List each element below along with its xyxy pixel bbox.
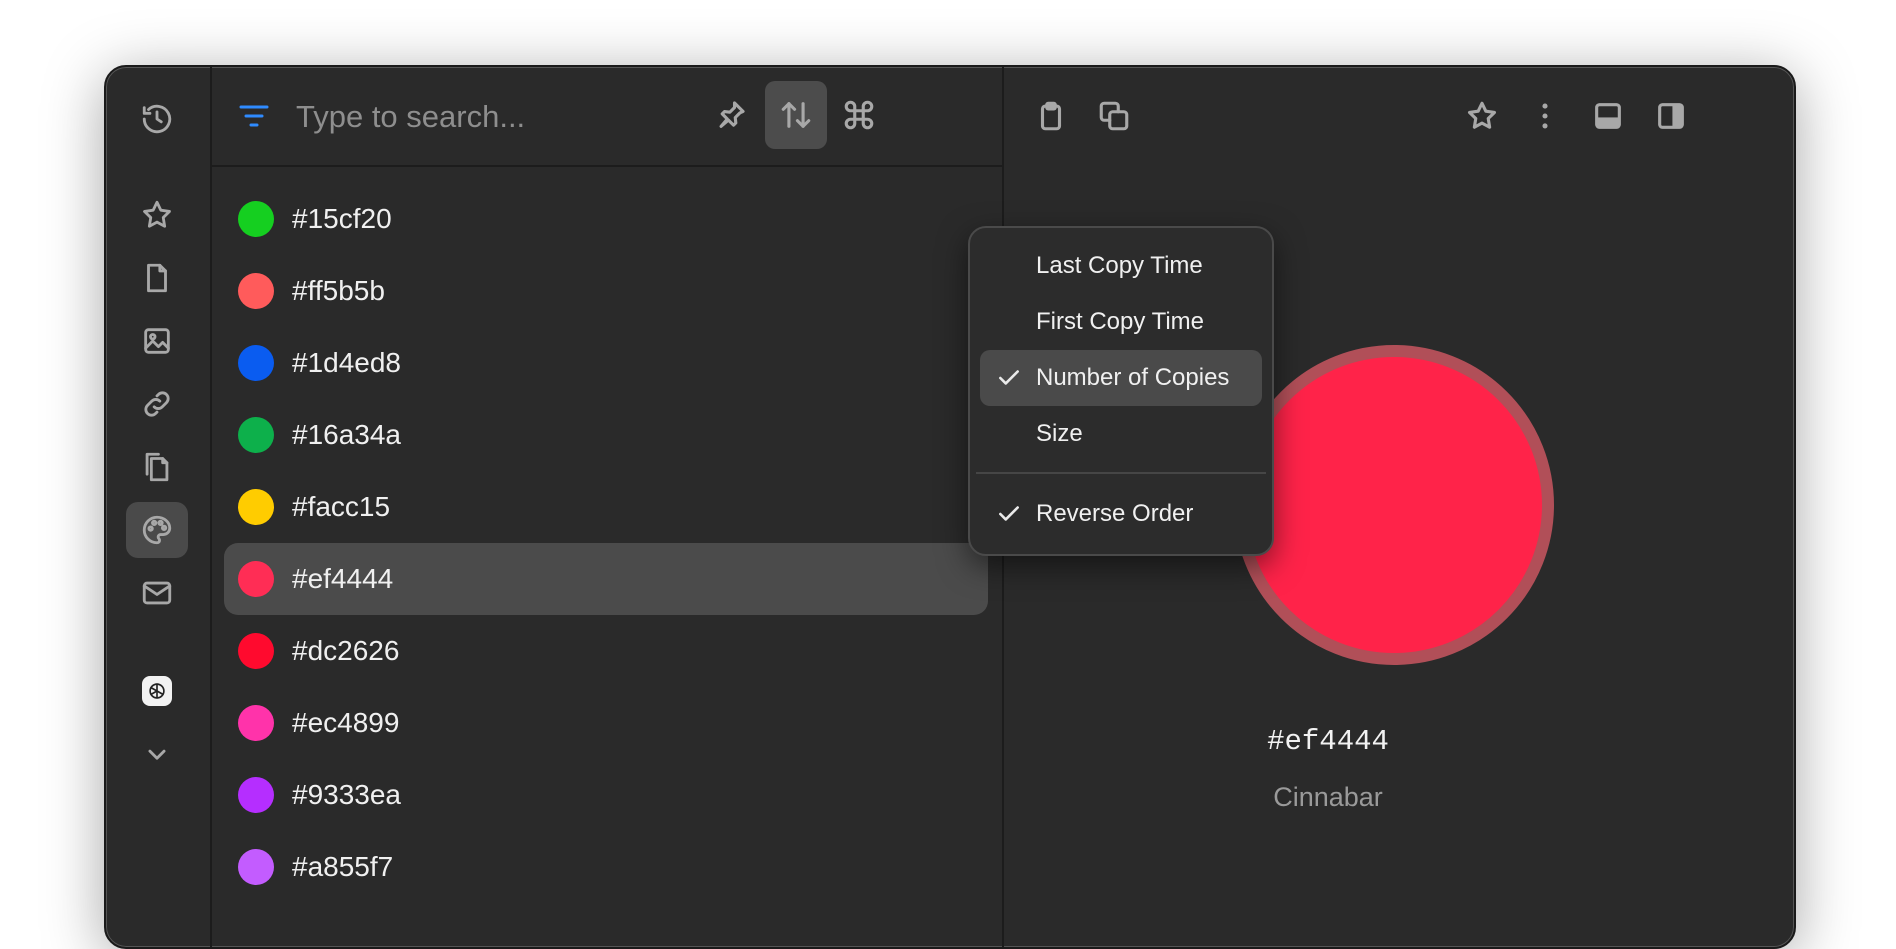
- menu-divider: [976, 472, 1266, 474]
- menu-item-label: Reverse Order: [1036, 500, 1194, 527]
- color-swatch: [238, 345, 274, 381]
- clipboard-icon: [1040, 101, 1062, 131]
- menu-item-label: Last Copy Time: [1036, 252, 1203, 279]
- filter-icon[interactable]: [238, 101, 270, 131]
- copy-button[interactable]: [1087, 89, 1141, 143]
- color-hex-label: #ff5b5b: [292, 275, 385, 306]
- mail-icon: [142, 581, 172, 605]
- search-input[interactable]: [294, 91, 718, 143]
- color-hex-label: #ef4444: [292, 563, 394, 594]
- color-hex-label: #ec4899: [292, 707, 400, 738]
- list-item[interactable]: #ff5b5b: [224, 255, 988, 327]
- color-hex-label: #16a34a: [292, 419, 402, 450]
- sidebar-item-history[interactable]: [126, 91, 188, 147]
- command-button[interactable]: [828, 81, 890, 149]
- sidebar-item-images[interactable]: [126, 313, 188, 369]
- sort-menu: Last Copy Time First Copy Time Number of…: [968, 226, 1274, 556]
- color-hex-label: #dc2626: [292, 635, 400, 666]
- list-item[interactable]: #ef4444: [224, 543, 988, 615]
- sort-option-size[interactable]: Size: [980, 406, 1262, 462]
- openai-icon: [142, 676, 172, 706]
- sort-button[interactable]: [765, 81, 827, 149]
- menu-item-label: Number of Copies: [1036, 364, 1230, 391]
- sidebar-item-colors[interactable]: [126, 502, 188, 558]
- command-icon: [844, 100, 874, 130]
- menu-item-label: First Copy Time: [1036, 308, 1205, 335]
- sidebar-item-files[interactable]: [126, 439, 188, 495]
- more-button[interactable]: [1518, 89, 1572, 143]
- color-swatch: [238, 273, 274, 309]
- app-window: #15cf20 #ff5b5b #1d4ed8 #16a34a #facc15 …: [104, 65, 1796, 949]
- image-icon: [144, 328, 170, 354]
- color-hex-label: #15cf20: [292, 203, 392, 234]
- star-icon: [1467, 101, 1497, 129]
- color-swatch: [238, 201, 274, 237]
- layout-bottom-button[interactable]: [1581, 89, 1635, 143]
- sidebar-item-mail[interactable]: [126, 565, 188, 621]
- list-item[interactable]: #facc15: [224, 471, 988, 543]
- layout-right-icon: [1658, 103, 1684, 129]
- link-icon: [144, 391, 170, 417]
- list-item[interactable]: #dc2626: [224, 615, 988, 687]
- document-icon: [147, 263, 167, 293]
- sidebar-item-favorites[interactable]: [126, 187, 188, 243]
- color-hex-label: #a855f7: [292, 851, 394, 882]
- list-item[interactable]: #15cf20: [224, 183, 988, 255]
- more-icon: [1542, 103, 1548, 129]
- sidebar-item-links[interactable]: [126, 376, 188, 432]
- paste-button[interactable]: [1024, 89, 1078, 143]
- sort-icon: [781, 102, 811, 128]
- color-hex-label: #9333ea: [292, 779, 402, 810]
- copy-icon: [1099, 101, 1129, 131]
- color-name: Cinnabar: [1273, 782, 1383, 812]
- sidebar: [106, 67, 212, 947]
- color-preview-swatch: [1234, 345, 1554, 665]
- color-swatch: [238, 705, 274, 741]
- pin-button[interactable]: [700, 81, 762, 149]
- sidebar-item-more[interactable]: [126, 726, 188, 782]
- color-list: #15cf20 #ff5b5b #1d4ed8 #16a34a #facc15 …: [224, 183, 988, 903]
- color-swatch: [238, 417, 274, 453]
- sort-option-last-copy-time[interactable]: Last Copy Time: [980, 238, 1262, 294]
- sidebar-item-openai[interactable]: [126, 663, 188, 719]
- sidebar-item-documents[interactable]: [126, 250, 188, 306]
- color-hex-value: #ef4444: [1267, 725, 1389, 758]
- palette-icon: [142, 515, 172, 545]
- layout-right-button[interactable]: [1644, 89, 1698, 143]
- pin-icon: [719, 101, 745, 128]
- color-swatch: [238, 849, 274, 885]
- color-hex-label: #1d4ed8: [292, 347, 402, 378]
- list-item[interactable]: #9333ea: [224, 759, 988, 831]
- sort-option-reverse-order[interactable]: Reverse Order: [980, 486, 1262, 542]
- checkmark-icon: [999, 506, 1019, 521]
- star-icon: [143, 200, 171, 228]
- chevron-down-icon: [148, 749, 166, 760]
- favorite-button[interactable]: [1455, 89, 1509, 143]
- sort-option-first-copy-time[interactable]: First Copy Time: [980, 294, 1262, 350]
- checkmark-icon: [999, 370, 1019, 385]
- search-bar: [210, 67, 1002, 167]
- color-hex-label: #facc15: [292, 491, 391, 522]
- color-swatch: [238, 561, 274, 597]
- list-item[interactable]: #a855f7: [224, 831, 988, 903]
- color-swatch: [238, 489, 274, 525]
- color-swatch: [238, 777, 274, 813]
- sort-option-number-of-copies[interactable]: Number of Copies: [980, 350, 1262, 406]
- menu-item-label: Size: [1036, 420, 1083, 447]
- list-item[interactable]: #1d4ed8: [224, 327, 988, 399]
- list-item[interactable]: #16a34a: [224, 399, 988, 471]
- layout-bottom-icon: [1595, 103, 1621, 129]
- clip-list-pane: #15cf20 #ff5b5b #1d4ed8 #16a34a #facc15 …: [210, 67, 1004, 947]
- history-icon: [142, 104, 172, 134]
- color-swatch: [238, 633, 274, 669]
- list-item[interactable]: #ec4899: [224, 687, 988, 759]
- files-icon: [145, 452, 169, 482]
